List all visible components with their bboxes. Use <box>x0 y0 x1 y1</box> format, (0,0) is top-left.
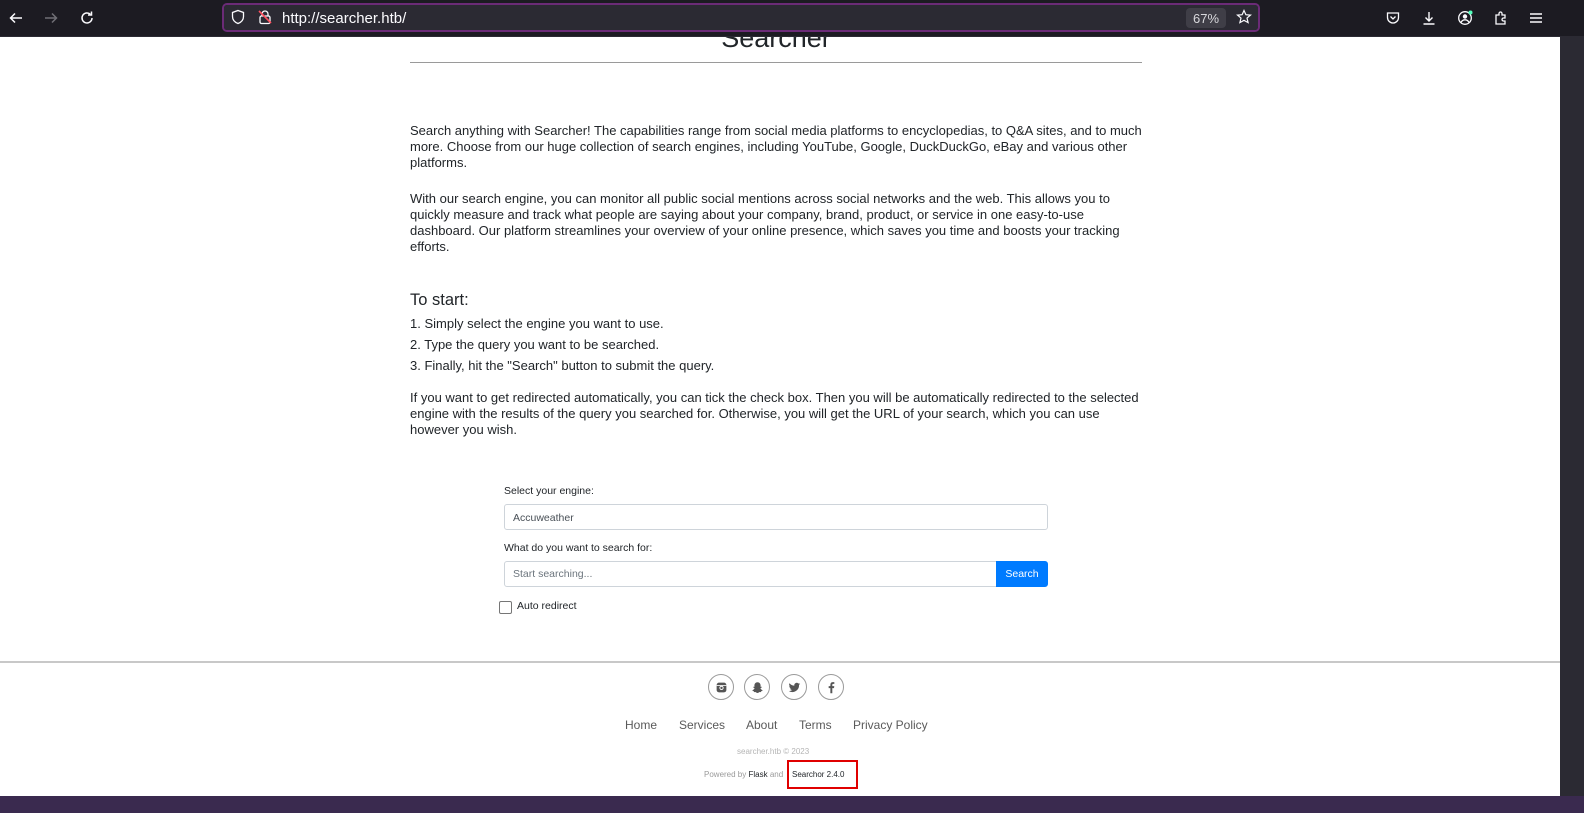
instagram-icon[interactable] <box>708 674 734 700</box>
footer-link-home[interactable]: Home <box>625 718 657 732</box>
download-icon[interactable] <box>1417 6 1441 30</box>
start-heading: To start: <box>410 291 469 309</box>
footer-link-terms[interactable]: Terms <box>799 718 832 732</box>
redirect-info-paragraph: If you want to get redirected automatica… <box>410 390 1139 437</box>
engine-label: Select your engine: <box>504 485 594 497</box>
scrollbar-gutter[interactable] <box>1560 37 1584 796</box>
auto-redirect-checkbox[interactable] <box>499 601 512 614</box>
flask-link[interactable]: Flask <box>748 770 767 779</box>
search-input[interactable] <box>504 561 997 587</box>
auto-redirect-label: Auto redirect <box>517 600 577 612</box>
footer-link-services[interactable]: Services <box>679 718 725 732</box>
back-icon[interactable] <box>4 6 28 30</box>
footer-divider <box>0 661 1560 663</box>
title-divider <box>410 62 1142 63</box>
window-bottom-edge <box>0 796 1584 813</box>
copyright-text: searcher.htb © 2023 <box>737 747 810 756</box>
shield-icon[interactable] <box>226 5 250 29</box>
powered-prefix: Powered by <box>704 770 747 779</box>
step-1: 1. Simply select the engine you want to … <box>410 316 664 331</box>
query-label: What do you want to search for: <box>504 542 653 554</box>
intro-paragraph-2: With our search engine, you can monitor … <box>410 191 1120 254</box>
url-bar[interactable]: http://searcher.htb/ 67% <box>222 3 1260 32</box>
zoom-level-badge[interactable]: 67% <box>1186 8 1226 28</box>
site-title: Searcher <box>721 37 831 53</box>
bookmark-star-icon[interactable] <box>1232 5 1256 29</box>
insecure-lock-icon[interactable] <box>253 5 277 29</box>
snapchat-icon[interactable] <box>744 674 770 700</box>
footer-link-privacy-policy[interactable]: Privacy Policy <box>853 718 928 732</box>
menu-icon[interactable] <box>1524 6 1548 30</box>
powered-and: and <box>769 770 784 779</box>
pocket-icon[interactable] <box>1381 6 1405 30</box>
searchor-version-link[interactable]: Searchor 2.4.0 <box>792 770 844 779</box>
browser-toolbar: http://searcher.htb/ 67% <box>0 0 1584 36</box>
url-text[interactable]: http://searcher.htb/ <box>282 10 406 27</box>
page-viewport: Searcher Search anything with Searcher! … <box>0 37 1560 796</box>
engine-select[interactable]: Accuweather <box>504 504 1048 530</box>
twitter-icon[interactable] <box>781 674 807 700</box>
reload-icon[interactable] <box>75 6 99 30</box>
facebook-icon[interactable] <box>818 674 844 700</box>
extensions-icon[interactable] <box>1489 6 1513 30</box>
intro-paragraph-1: Search anything with Searcher! The capab… <box>410 123 1142 170</box>
powered-by-text: Powered by Flask and <box>704 770 783 779</box>
account-icon[interactable] <box>1453 6 1477 30</box>
footer-link-about[interactable]: About <box>746 718 777 732</box>
step-3: 3. Finally, hit the "Search" button to s… <box>410 358 715 373</box>
forward-icon[interactable] <box>39 6 63 30</box>
step-2: 2. Type the query you want to be searche… <box>410 337 660 352</box>
search-button[interactable]: Search <box>996 561 1048 587</box>
